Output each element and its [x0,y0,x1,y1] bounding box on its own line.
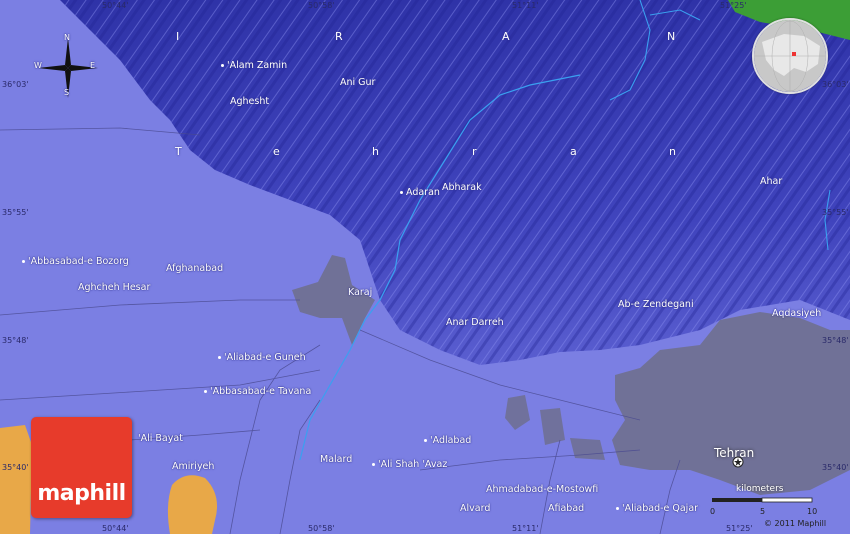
coord-left: 35°40' [2,463,29,472]
region-label-tehran: T [175,145,183,158]
place-label[interactable]: Ahar [760,176,782,187]
place-label[interactable]: 'Alam Zamin [221,60,287,71]
region-label-iran: R [335,30,344,43]
region-label-iran: I [176,30,181,43]
coord-top: 50°58' [308,1,335,10]
place-label[interactable]: Ani Gur [340,77,375,88]
coord-left: 35°48' [2,336,29,345]
scale-bar-graphic [712,497,813,503]
place-label[interactable]: Amiriyeh [172,461,214,472]
place-label[interactable]: Alvard [460,503,490,514]
globe-icon [754,20,826,92]
region-label-iran: A [502,30,511,43]
region-label-tehran: r [472,145,478,158]
coord-right: 35°48' [822,336,849,345]
region-label-tehran: e [273,145,281,158]
place-label[interactable]: Ahmadabad-e-Mostowfi [486,484,598,495]
place-label[interactable]: Aqdasiyeh [772,308,821,319]
capital-star-icon [732,456,744,468]
region-label-tehran: n [669,145,677,158]
coord-bottom: 50°44' [102,524,129,533]
coord-left: 36°03' [2,80,29,89]
region-label-tehran: a [570,145,578,158]
place-label[interactable]: 'Aliabad-e Qajar [616,503,698,514]
compass-east: E [90,61,96,70]
coord-left: 35°55' [2,208,29,217]
compass-west: W [34,61,42,70]
coord-top: 50°44' [102,1,129,10]
coord-top: 51°25' [720,1,747,10]
coord-bottom: 51°25' [726,524,753,533]
place-label[interactable]: 'Adlabad [424,435,471,446]
maphill-logo[interactable]: maphill [31,417,132,518]
place-label[interactable]: Aghesht [230,96,269,107]
map[interactable]: N S E W 50°44' 50°58' 51°11' 51°25' 50°4… [0,0,850,534]
desert-area-west [0,425,32,534]
region-label-tehran: h [372,145,380,158]
place-label[interactable]: Aghcheh Hesar [78,282,150,293]
place-label[interactable]: Afiabad [548,503,584,514]
compass-north: N [64,33,70,42]
coord-bottom: 51°11' [512,524,539,533]
compass-south: S [64,88,70,97]
place-label[interactable]: Karaj [348,287,372,298]
place-label[interactable]: Anar Darreh [446,317,504,328]
place-label[interactable]: 'Aliabad-e Guneh [218,352,306,363]
place-label[interactable]: Afghanabad [166,263,223,274]
place-label[interactable]: 'Abbasabad-e Bozorg [22,256,129,267]
town-area [570,438,605,460]
place-label[interactable]: Abharak [442,182,482,193]
place-label[interactable]: Ab-e Zendegani [618,299,694,310]
region-label-iran: N [667,30,677,43]
copyright: © 2011 Maphill [764,519,827,528]
place-label[interactable]: 'Ali Bayat [138,433,183,444]
place-label[interactable]: 'Abbasabad-e Tavana [204,386,311,397]
place-label[interactable]: 'Ali Shah 'Avaz [372,459,447,470]
coord-top: 51°11' [512,1,539,10]
coord-right: 35°40' [822,463,849,472]
place-label[interactable]: Adaran [400,187,440,198]
desert-area-south [167,475,218,534]
coord-right: 35°55' [822,208,849,217]
scale-bar: kilometers 0 5 10 [710,484,818,516]
inset-globe[interactable] [752,18,828,94]
place-label[interactable]: Malard [320,454,352,465]
coord-right: 36°03' [822,80,849,89]
coord-bottom: 50°58' [308,524,335,533]
